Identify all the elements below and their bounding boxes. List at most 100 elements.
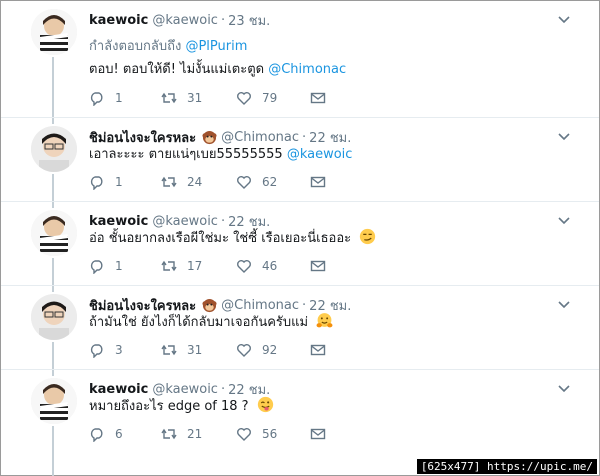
tweet[interactable]: ชิม่อนไงจะใครหละ @Chimonac · 22 ชม. ถ้าม… <box>1 285 599 370</box>
avatar[interactable] <box>31 294 77 340</box>
avatar[interactable] <box>31 210 77 256</box>
like-button[interactable]: 46 <box>236 258 310 274</box>
heart-icon <box>237 344 251 357</box>
heart-icon <box>237 428 251 441</box>
mention-link[interactable]: @Chimonac <box>268 62 346 77</box>
username[interactable]: @kaewoic <box>152 13 218 28</box>
tweet-text: เอาละะะะ ตายแน่ๆเบย55555555 @kaewoic <box>89 143 352 164</box>
chevron-down-icon[interactable] <box>557 298 571 312</box>
envelope-icon <box>310 260 326 272</box>
retweet-button[interactable]: 21 <box>161 426 236 442</box>
tweet-thread: kaewoic @kaewoic · 23 ชม. กำลังตอบกลับถึ… <box>0 0 600 476</box>
heart-icon <box>237 176 251 189</box>
thread-line <box>52 174 54 202</box>
tweet-header: kaewoic @kaewoic · 23 ชม. <box>89 11 270 29</box>
dm-button[interactable] <box>310 174 336 190</box>
retweet-button[interactable]: 24 <box>161 174 236 190</box>
retweet-count: 31 <box>187 91 203 105</box>
tweet[interactable]: ชิม่อนไงจะใครหละ @Chimonac · 22 ชม. เอาล… <box>1 117 599 202</box>
reply-button[interactable]: 1 <box>89 90 161 106</box>
like-count: 46 <box>262 259 278 273</box>
heart-icon <box>237 260 251 273</box>
retweet-count: 24 <box>187 175 203 189</box>
like-count: 62 <box>262 175 278 189</box>
reply-count: 6 <box>115 427 123 441</box>
reply-count: 3 <box>115 343 123 357</box>
thread-line <box>52 370 54 376</box>
thread-line <box>52 118 54 124</box>
reply-count: 1 <box>115 175 123 189</box>
tweet-actions: 1 31 79 <box>89 89 336 107</box>
tweet-actions: 1 24 62 <box>89 173 336 191</box>
tweet-text: หมายถึงอะไร edge of 18 ? <box>89 395 274 416</box>
reply-button[interactable]: 1 <box>89 174 161 190</box>
tweet-text-body: ตอบ! ตอบให้ดี! ไม่งั้นแม่เตะตูด <box>89 62 265 77</box>
retweet-icon <box>161 260 177 272</box>
retweet-count: 21 <box>187 427 203 441</box>
tweet-text-body: อ่อ ชั้นอยากลงเรือผีใช่มะ ใช่ซี้ เรือเยอ… <box>89 231 352 246</box>
dm-button[interactable] <box>310 90 336 106</box>
retweet-icon <box>161 428 177 440</box>
like-count: 79 <box>262 91 278 105</box>
envelope-icon <box>310 428 326 440</box>
avatar[interactable] <box>31 126 77 172</box>
hugging-face-emoji-icon <box>316 313 333 328</box>
thread-line <box>52 57 54 117</box>
envelope-icon <box>310 92 326 104</box>
chevron-down-icon[interactable] <box>557 382 571 396</box>
heart-icon <box>237 92 251 105</box>
tweet-text-body: ถ้ามันใช่ ยังไงก็ได้กลับมาเจอกันครับแม่ <box>89 315 309 330</box>
like-button[interactable]: 79 <box>236 90 310 106</box>
reply-count: 1 <box>115 259 123 273</box>
avatar[interactable] <box>31 9 77 55</box>
envelope-icon <box>310 344 326 356</box>
retweet-icon <box>161 92 177 104</box>
retweet-icon <box>161 344 177 356</box>
dm-button[interactable] <box>310 342 336 358</box>
retweet-button[interactable]: 31 <box>161 90 236 106</box>
dm-button[interactable] <box>310 258 336 274</box>
like-count: 56 <box>262 427 278 441</box>
retweet-button[interactable]: 31 <box>161 342 236 358</box>
retweet-icon <box>161 176 177 188</box>
reply-icon <box>90 260 103 274</box>
tweet[interactable]: kaewoic @kaewoic · 23 ชม. กำลังตอบกลับถึ… <box>1 1 599 117</box>
like-count: 92 <box>262 343 278 357</box>
reply-icon <box>90 428 103 442</box>
image-host-watermark: [625x477] https://upic.me/ <box>416 459 597 474</box>
tweet[interactable]: kaewoic @kaewoic · 22 ชม. อ่อ ชั้นอยากลง… <box>1 201 599 286</box>
mention-link[interactable]: @PlPurim <box>185 39 247 54</box>
display-name[interactable]: kaewoic <box>89 13 148 28</box>
winking-tongue-emoji-icon <box>257 396 273 413</box>
chevron-down-icon[interactable] <box>557 214 571 228</box>
tweet-actions: 1 17 46 <box>89 257 336 275</box>
like-button[interactable]: 56 <box>236 426 310 442</box>
like-button[interactable]: 92 <box>236 342 310 358</box>
retweet-count: 31 <box>187 343 203 357</box>
timestamp[interactable]: 23 ชม. <box>228 10 270 31</box>
tweet-text: ตอบ! ตอบให้ดี! ไม่งั้นแม่เตะตูด @Chimona… <box>89 58 346 79</box>
reply-count: 1 <box>115 91 123 105</box>
thread-line <box>52 202 54 208</box>
retweet-button[interactable]: 17 <box>161 258 236 274</box>
thread-line <box>52 342 54 370</box>
tweet-text-body: เอาละะะะ ตายแน่ๆเบย55555555 <box>89 147 283 162</box>
smirk-emoji-icon <box>360 228 376 245</box>
dm-button[interactable] <box>310 426 336 442</box>
reply-button[interactable]: 3 <box>89 342 161 358</box>
envelope-icon <box>310 176 326 188</box>
thread-line <box>52 286 54 292</box>
avatar[interactable] <box>31 378 77 424</box>
chevron-down-icon[interactable] <box>557 130 571 144</box>
tweet-text-body: หมายถึงอะไร edge of 18 ? <box>89 399 249 414</box>
like-button[interactable]: 62 <box>236 174 310 190</box>
tweet-text: ถ้ามันใช่ ยังไงก็ได้กลับมาเจอกันครับแม่ <box>89 311 333 332</box>
replying-to-label: กำลังตอบกลับถึง <box>89 39 182 54</box>
reply-icon <box>90 344 103 358</box>
reply-button[interactable]: 1 <box>89 258 161 274</box>
mention-link[interactable]: @kaewoic <box>287 147 353 162</box>
tweet-actions: 6 21 56 <box>89 425 336 443</box>
retweet-count: 17 <box>187 259 203 273</box>
reply-button[interactable]: 6 <box>89 426 161 442</box>
chevron-down-icon[interactable] <box>557 13 571 27</box>
